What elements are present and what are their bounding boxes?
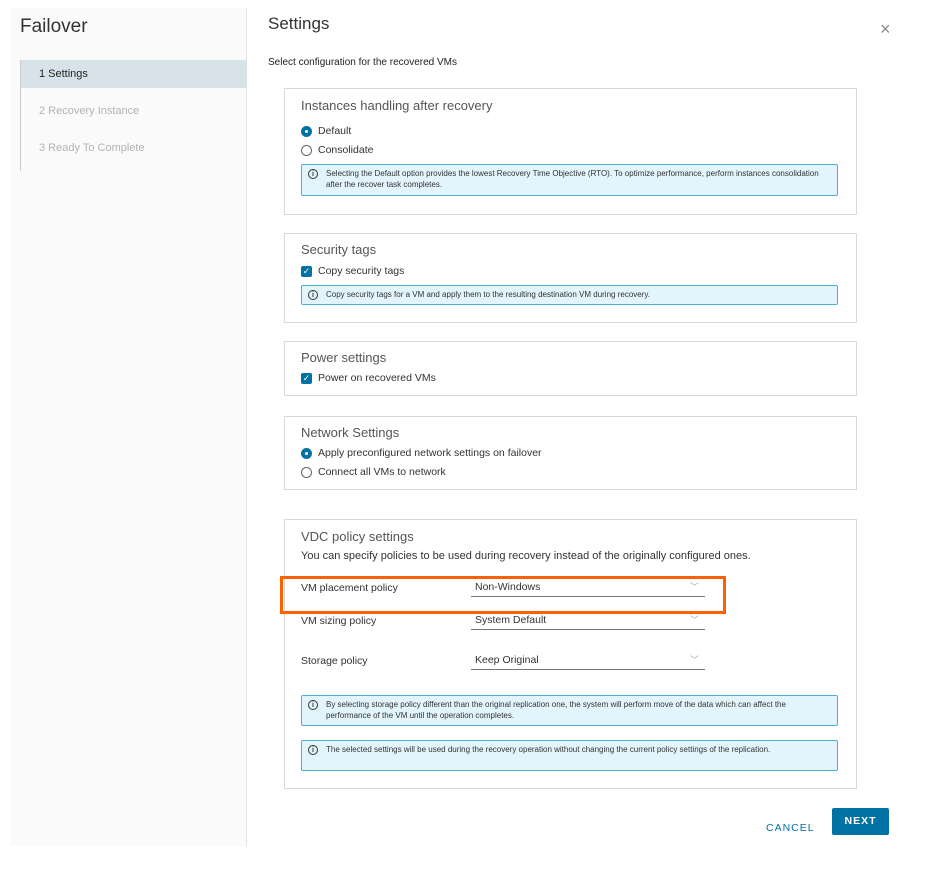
storage-info-alert: i By selecting storage policy different … <box>301 695 838 726</box>
radio-selected-icon[interactable] <box>301 125 312 137</box>
power-on-label: Power on recovered VMs <box>318 372 436 384</box>
vdc-description: You can specify policies to be used duri… <box>301 550 751 562</box>
radio-default-label: Default <box>318 125 352 137</box>
close-icon[interactable]: × <box>880 20 891 38</box>
storage-policy-select[interactable]: Keep Original ﹀ <box>471 653 705 670</box>
security-info-alert: i Copy security tags for a VM and apply … <box>301 285 838 305</box>
security-title: Security tags <box>301 242 377 257</box>
settings-info-text: The selected settings will be used durin… <box>326 745 771 754</box>
page-subtitle: Select configuration for the recovered V… <box>268 57 457 68</box>
copy-security-tags-label: Copy security tags <box>318 265 405 277</box>
storage-policy-value: Keep Original <box>475 654 539 666</box>
radio-apply-network[interactable]: Apply preconfigured network settings on … <box>301 446 542 460</box>
sizing-policy-select[interactable]: System Default ﹀ <box>471 613 705 630</box>
vdc-section: VDC policy settings You can specify poli… <box>284 519 857 789</box>
checkbox-checked-icon[interactable]: ✓ <box>301 372 312 384</box>
power-section: Power settings ✓ Power on recovered VMs <box>284 341 857 396</box>
power-on-checkbox[interactable]: ✓ Power on recovered VMs <box>301 371 436 385</box>
wizard-content: Settings × Select configuration for the … <box>268 8 924 846</box>
info-icon: i <box>308 700 318 710</box>
security-section: Security tags ✓ Copy security tags i Cop… <box>284 233 857 323</box>
radio-default[interactable]: Default <box>301 124 351 138</box>
next-button[interactable]: NEXT <box>832 808 889 835</box>
sizing-policy-label: VM sizing policy <box>301 615 377 627</box>
page-title: Settings <box>268 14 330 33</box>
network-section: Network Settings Apply preconfigured net… <box>284 416 857 490</box>
radio-apply-network-label: Apply preconfigured network settings on … <box>318 447 542 459</box>
placement-policy-highlight <box>280 576 726 614</box>
step-recovery-instance[interactable]: 2 Recovery Instance <box>21 97 247 125</box>
wizard-title: Failover <box>20 16 88 37</box>
sizing-policy-value: System Default <box>475 614 547 626</box>
step-settings[interactable]: 1 Settings <box>21 60 247 88</box>
settings-info-alert: i The selected settings will be used dur… <box>301 740 838 771</box>
failover-wizard-modal: Failover 1 Settings 2 Recovery Instance … <box>11 8 924 846</box>
checkbox-checked-icon[interactable]: ✓ <box>301 265 312 277</box>
instances-title: Instances handling after recovery <box>301 98 493 113</box>
instances-info-alert: i Selecting the Default option provides … <box>301 164 838 196</box>
info-icon: i <box>308 745 318 755</box>
wizard-sidebar: Failover 1 Settings 2 Recovery Instance … <box>11 8 247 846</box>
radio-consolidate[interactable]: Consolidate <box>301 143 373 157</box>
instances-info-text: Selecting the Default option provides th… <box>326 169 819 189</box>
storage-info-text: By selecting storage policy different th… <box>326 700 786 720</box>
copy-security-tags-checkbox[interactable]: ✓ Copy security tags <box>301 264 404 278</box>
radio-connect-all[interactable]: Connect all VMs to network <box>301 465 446 479</box>
info-icon: i <box>308 290 318 300</box>
radio-unselected-icon[interactable] <box>301 144 312 156</box>
storage-policy-label: Storage policy <box>301 655 368 667</box>
step-ready-to-complete[interactable]: 3 Ready To Complete <box>21 134 247 162</box>
instances-section: Instances handling after recovery Defaul… <box>284 88 857 215</box>
chevron-down-icon: ﹀ <box>689 655 699 665</box>
radio-unselected-icon[interactable] <box>301 466 312 478</box>
wizard-steps: 1 Settings 2 Recovery Instance 3 Ready T… <box>20 60 247 171</box>
info-icon: i <box>308 169 318 179</box>
radio-selected-icon[interactable] <box>301 447 312 459</box>
network-title: Network Settings <box>301 425 400 440</box>
vdc-title: VDC policy settings <box>301 529 414 544</box>
power-title: Power settings <box>301 350 387 365</box>
cancel-button[interactable]: CANCEL <box>766 815 815 842</box>
radio-connect-all-label: Connect all VMs to network <box>318 466 446 478</box>
chevron-down-icon: ﹀ <box>689 615 699 625</box>
security-info-text: Copy security tags for a VM and apply th… <box>326 290 651 299</box>
radio-consolidate-label: Consolidate <box>318 144 374 156</box>
